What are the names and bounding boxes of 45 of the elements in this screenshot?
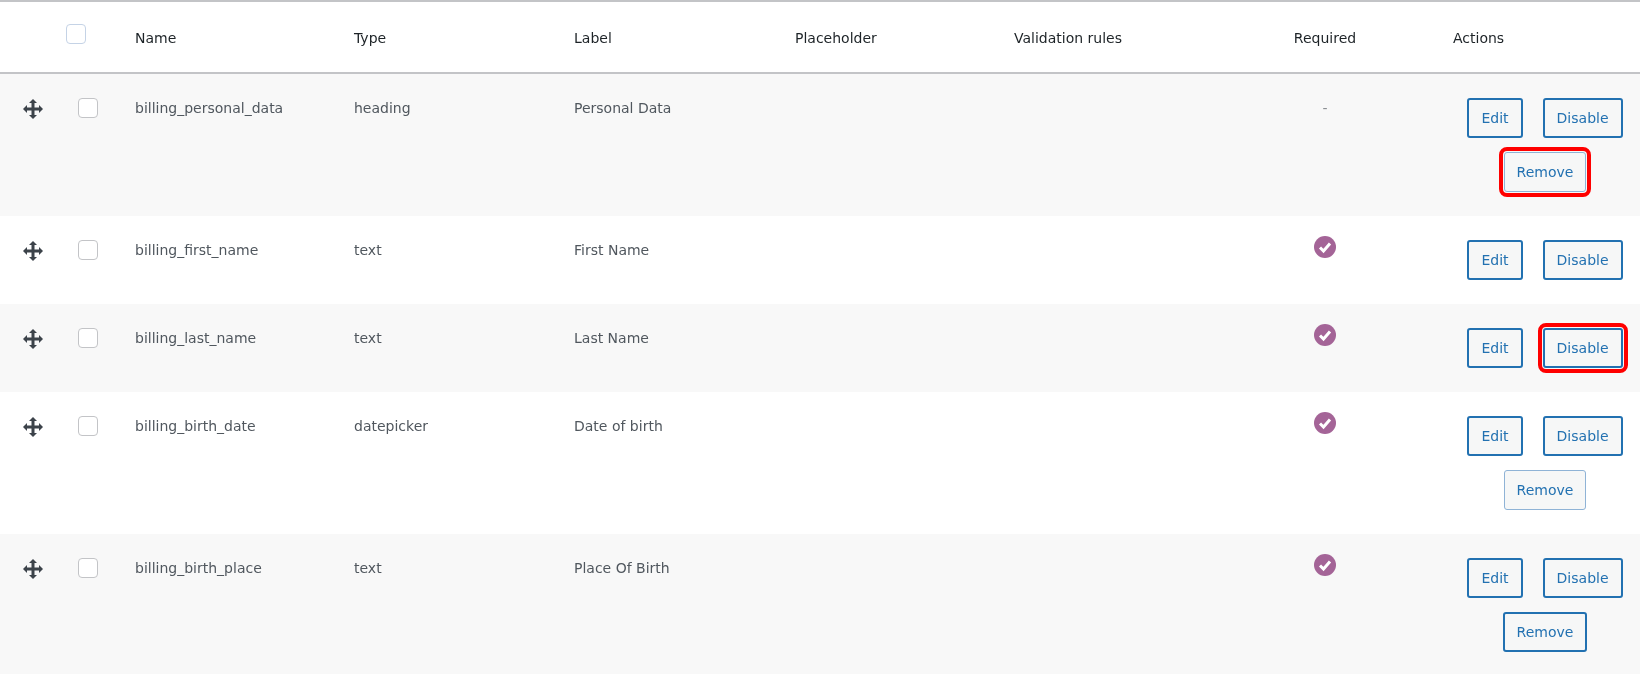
- field-type: text: [354, 330, 382, 346]
- remove-button[interactable]: Remove: [1503, 470, 1587, 510]
- not-applicable-dash: -: [1322, 99, 1328, 118]
- row-checkbox[interactable]: [78, 328, 98, 348]
- column-header: Actions: [1453, 30, 1505, 46]
- move-icon[interactable]: [22, 328, 44, 350]
- move-icon[interactable]: [22, 558, 44, 580]
- field-name: billing_birth_place: [135, 560, 262, 576]
- disable-button[interactable]: Disable: [1542, 98, 1623, 138]
- column-header: Validation rules: [1014, 30, 1122, 46]
- field-name: billing_first_name: [135, 242, 259, 258]
- field-type: datepicker: [354, 418, 429, 434]
- edit-button[interactable]: Edit: [1467, 558, 1523, 598]
- edit-button[interactable]: Edit: [1467, 328, 1523, 368]
- field-label: Date of birth: [574, 418, 663, 434]
- disable-button[interactable]: Disable: [1542, 416, 1623, 456]
- column-header: Placeholder: [795, 30, 877, 46]
- field-label: Personal Data: [574, 100, 672, 116]
- edit-button[interactable]: Edit: [1467, 240, 1523, 280]
- field-label: Place Of Birth: [574, 560, 670, 576]
- move-icon[interactable]: [22, 416, 44, 438]
- move-icon[interactable]: [22, 98, 44, 120]
- column-header: Name: [135, 30, 177, 46]
- edit-button[interactable]: Edit: [1467, 416, 1523, 456]
- column-header: Label: [574, 30, 612, 46]
- row-checkbox[interactable]: [78, 98, 98, 118]
- column-header: Type: [354, 30, 387, 46]
- field-type: text: [354, 560, 382, 576]
- field-name: billing_last_name: [135, 330, 257, 346]
- row-checkbox[interactable]: [78, 558, 98, 578]
- field-type: text: [354, 242, 382, 258]
- row-checkbox[interactable]: [78, 416, 98, 436]
- field-name: billing_birth_date: [135, 418, 256, 434]
- disable-button[interactable]: Disable: [1542, 240, 1623, 280]
- field-label: First Name: [574, 242, 650, 258]
- field-type: heading: [354, 100, 411, 116]
- field-name: billing_personal_data: [135, 100, 284, 116]
- disable-button[interactable]: Disable: [1542, 558, 1623, 598]
- select-all-checkbox[interactable]: [66, 24, 86, 44]
- remove-button[interactable]: Remove: [1502, 612, 1588, 652]
- move-icon[interactable]: [22, 240, 44, 262]
- row-checkbox[interactable]: [78, 240, 98, 260]
- column-header: Required: [1293, 29, 1357, 48]
- field-label: Last Name: [574, 330, 649, 346]
- edit-button[interactable]: Edit: [1467, 98, 1523, 138]
